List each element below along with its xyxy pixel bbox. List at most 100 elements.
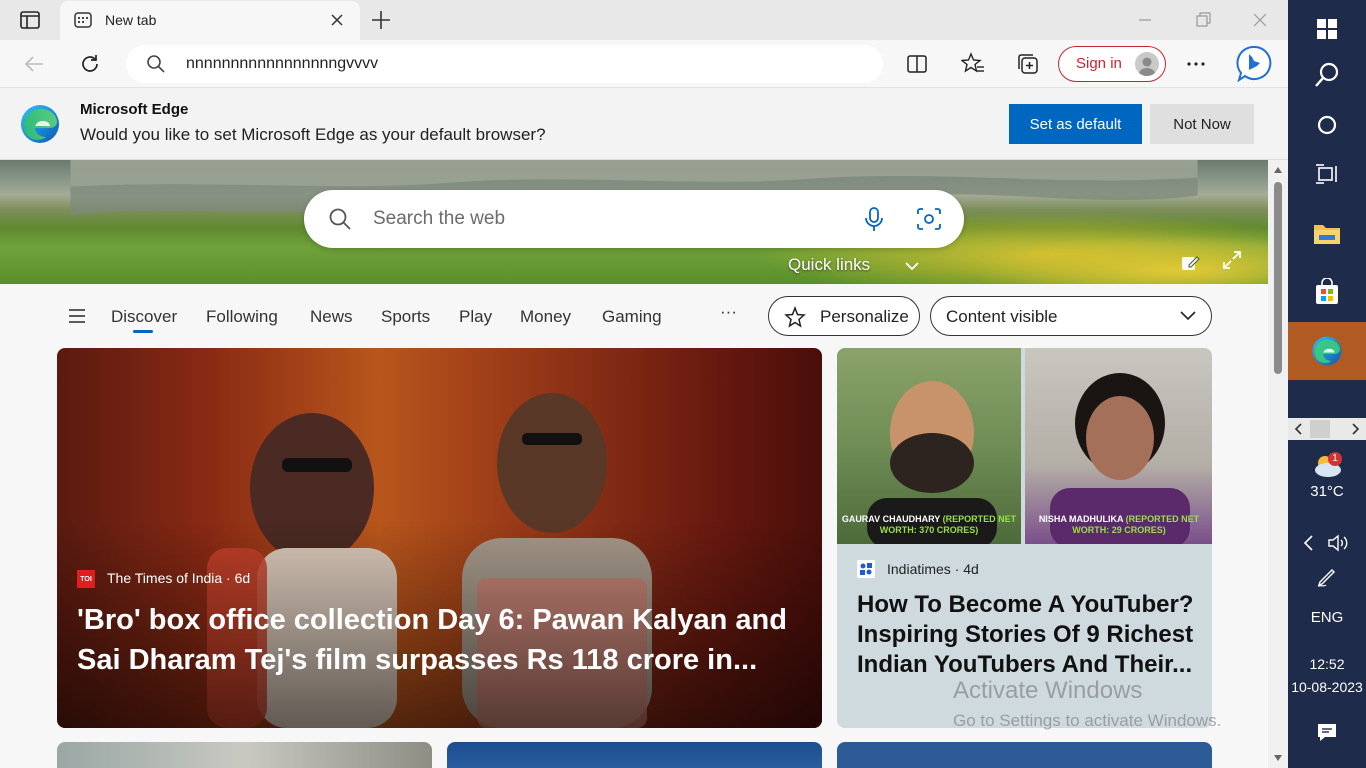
news-card-main[interactable]: TOI The Times of India · 6d 'Bro' box of… xyxy=(57,348,822,728)
tab-new-tab[interactable]: New tab xyxy=(60,1,360,40)
search-icon xyxy=(328,207,352,231)
weather-badge: 1 xyxy=(1328,452,1342,466)
chevron-down-icon xyxy=(1180,311,1196,321)
clock-time[interactable]: 12:52 xyxy=(1288,656,1366,672)
caption-left-name: GAURAV CHAUDHARY xyxy=(841,514,941,524)
quick-links-toggle[interactable]: Quick links xyxy=(788,255,919,275)
nav-active-indicator xyxy=(133,330,153,333)
visual-search-icon[interactable] xyxy=(916,207,942,231)
pen-icon[interactable] xyxy=(1316,566,1338,588)
task-view-icon[interactable] xyxy=(1288,145,1366,203)
content-visibility-value: Content visible xyxy=(946,307,1058,326)
nav-item-money[interactable]: Money xyxy=(520,307,571,327)
nav-more-button[interactable]: ··· xyxy=(720,302,737,322)
new-tab-icon xyxy=(74,11,92,29)
news-card-bottom-2[interactable] xyxy=(447,742,822,768)
collections-icon[interactable] xyxy=(1016,52,1040,76)
caption-right-name: NISHA MADHULIKA xyxy=(1038,514,1124,524)
infobar-message: Would you like to set Microsoft Edge as … xyxy=(80,125,546,144)
more-options-icon[interactable] xyxy=(1184,52,1208,76)
default-browser-infobar: Microsoft Edge Would you like to set Mic… xyxy=(0,88,1288,160)
person-photo-left: GAURAV CHAUDHARY (REPORTED NET WORTH: 37… xyxy=(837,348,1021,544)
set-as-default-button[interactable]: Set as default xyxy=(1009,104,1142,144)
taskbar-scroll-thumb[interactable] xyxy=(1310,420,1330,438)
nav-item-following[interactable]: Following xyxy=(206,307,278,327)
news-card-bottom-3[interactable] xyxy=(837,742,1212,768)
windows-taskbar: 1 31°C ENG 12:52 10-08-2023 xyxy=(1288,0,1366,768)
not-now-button[interactable]: Not Now xyxy=(1150,104,1254,144)
notifications-icon[interactable] xyxy=(1316,721,1338,743)
nav-item-news[interactable]: News xyxy=(310,307,353,327)
expand-icon[interactable] xyxy=(1222,250,1242,270)
favorites-icon[interactable] xyxy=(961,52,985,76)
edit-background-icon[interactable] xyxy=(1180,252,1200,272)
chevron-left-icon[interactable] xyxy=(1294,423,1302,435)
hero-background: Search the web Quick links xyxy=(0,160,1268,284)
split-screen-icon[interactable] xyxy=(906,53,928,75)
activate-windows-subtitle: Go to Settings to activate Windows. xyxy=(953,711,1222,730)
chevron-left-icon[interactable] xyxy=(1302,535,1314,551)
address-bar[interactable]: nnnnnnnnnnnnnnnnngvvvv xyxy=(126,45,883,83)
indiatimes-logo-icon xyxy=(857,560,875,578)
page-scrollbar[interactable] xyxy=(1268,160,1288,768)
side-card-source: Indiatimes · 4d xyxy=(887,561,979,577)
minimize-icon[interactable] xyxy=(1135,10,1155,30)
bing-chat-icon[interactable] xyxy=(1234,44,1274,84)
personalize-button[interactable]: Personalize xyxy=(768,296,920,336)
search-input[interactable]: Search the web xyxy=(373,208,505,230)
weather-icon[interactable]: 1 xyxy=(1312,450,1344,480)
microphone-icon[interactable] xyxy=(862,206,886,232)
taskbar-overflow-scroller[interactable] xyxy=(1288,418,1366,440)
chevron-down-icon xyxy=(905,261,919,271)
tab-strip: New tab xyxy=(0,0,1288,40)
hamburger-menu-icon[interactable] xyxy=(68,309,86,323)
news-card-bottom-1[interactable] xyxy=(57,742,432,768)
personalize-label: Personalize xyxy=(820,307,909,326)
side-card-headline[interactable]: How To Become A YouTuber? Inspiring Stor… xyxy=(857,590,1202,680)
sign-in-label: Sign in xyxy=(1076,55,1122,72)
edge-taskbar-icon[interactable] xyxy=(1288,322,1366,380)
scroll-down-icon[interactable] xyxy=(1273,754,1283,762)
window-close-icon[interactable] xyxy=(1250,10,1270,30)
browser-window: New tab nnnnnnnnnnnnnnnnngvvvv Sign in M… xyxy=(0,0,1288,768)
browser-toolbar: nnnnnnnnnnnnnnnnngvvvv Sign in xyxy=(0,40,1288,88)
back-icon[interactable] xyxy=(22,52,46,76)
tab-title: New tab xyxy=(105,12,157,28)
activate-windows-title: Activate Windows xyxy=(953,677,1143,704)
language-indicator[interactable]: ENG xyxy=(1288,609,1366,626)
refresh-icon[interactable] xyxy=(78,52,102,76)
avatar-icon xyxy=(1135,52,1159,76)
news-card-side[interactable]: GAURAV CHAUDHARY (REPORTED NET WORTH: 37… xyxy=(837,348,1212,728)
new-tab-button[interactable] xyxy=(368,8,394,32)
file-explorer-icon[interactable] xyxy=(1288,204,1366,262)
sparkle-star-icon xyxy=(784,306,806,328)
nav-item-discover[interactable]: Discover xyxy=(111,307,177,327)
search-icon xyxy=(146,54,166,74)
chevron-right-icon[interactable] xyxy=(1352,423,1360,435)
volume-icon[interactable] xyxy=(1328,534,1350,552)
caption-left: GAURAV CHAUDHARY (REPORTED NET WORTH: 37… xyxy=(837,514,1021,536)
caption-right: NISHA MADHULIKA (REPORTED NET WORTH: 29 … xyxy=(1027,514,1211,536)
nav-item-sports[interactable]: Sports xyxy=(381,307,430,327)
feed-navigation: Discover Following News Sports Play Mone… xyxy=(0,284,1268,348)
main-card-source: The Times of India · 6d xyxy=(107,570,251,586)
address-input[interactable]: nnnnnnnnnnnnnnnnngvvvv xyxy=(186,55,378,73)
person-photo-right: NISHA MADHULIKA (REPORTED NET WORTH: 29 … xyxy=(1025,348,1212,544)
temperature-label: 31°C xyxy=(1310,483,1344,500)
web-search-box[interactable]: Search the web xyxy=(304,190,964,248)
restore-icon[interactable] xyxy=(1193,10,1213,30)
nav-item-gaming[interactable]: Gaming xyxy=(602,307,662,327)
main-card-headline[interactable]: 'Bro' box office collection Day 6: Pawan… xyxy=(77,600,797,680)
sign-in-button[interactable]: Sign in xyxy=(1058,46,1166,82)
infobar-title: Microsoft Edge xyxy=(80,101,189,118)
tab-actions-icon[interactable] xyxy=(12,8,48,32)
content-visibility-dropdown[interactable]: Content visible xyxy=(930,296,1212,336)
nav-item-play[interactable]: Play xyxy=(459,307,492,327)
clock-date[interactable]: 10-08-2023 xyxy=(1288,679,1366,695)
times-of-india-logo: TOI xyxy=(77,570,95,588)
edge-logo-icon xyxy=(19,103,61,145)
scrollbar-thumb[interactable] xyxy=(1274,182,1282,374)
close-icon[interactable] xyxy=(328,11,346,29)
scroll-up-icon[interactable] xyxy=(1273,166,1283,174)
microsoft-store-icon[interactable] xyxy=(1288,263,1366,321)
